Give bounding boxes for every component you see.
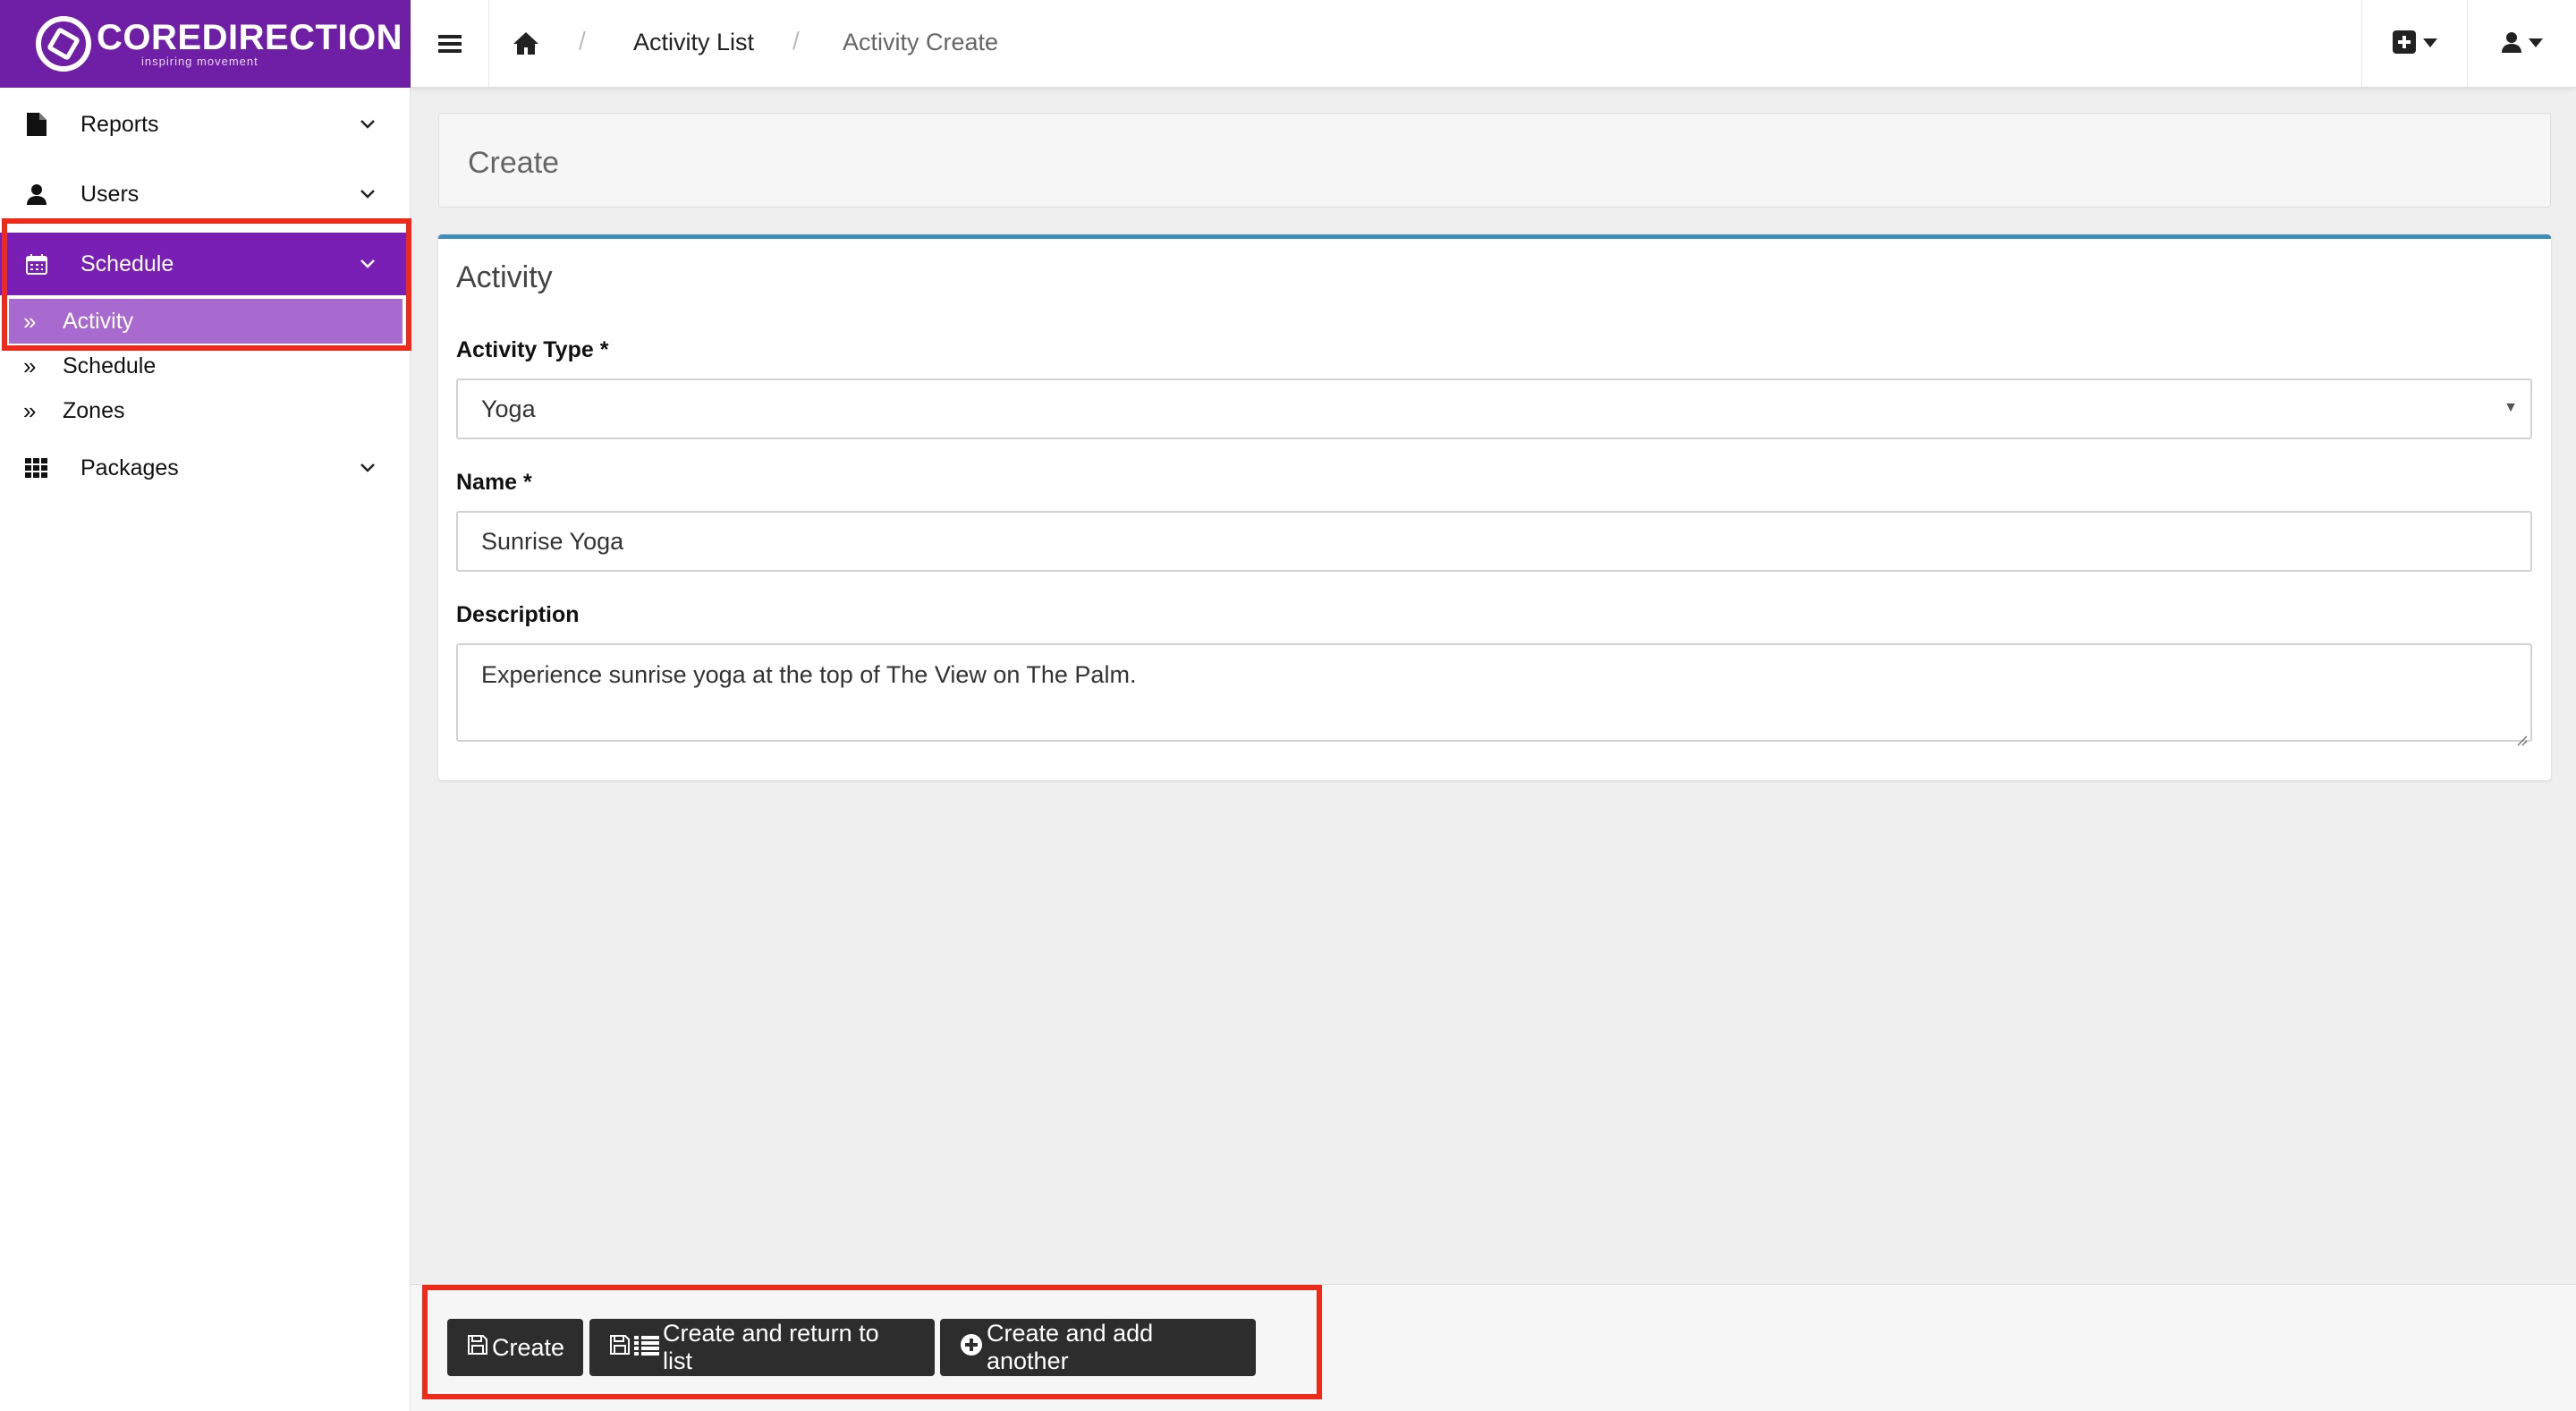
sidebar-item-users[interactable]: Users: [0, 163, 411, 225]
create-and-return-label: Create and return to list: [663, 1320, 879, 1374]
sidebar-item-label: Packages: [80, 455, 179, 480]
name-label: Name *: [456, 470, 532, 495]
chevron-down-icon: [350, 190, 386, 199]
calendar-icon: [25, 252, 48, 276]
plus-square-icon: [2392, 30, 2416, 58]
box-title: Activity: [456, 260, 553, 294]
activity-type-label: Activity Type *: [456, 337, 609, 362]
name-input[interactable]: Sunrise Yoga: [456, 511, 2532, 572]
brand-tagline: inspiring movement: [141, 55, 258, 68]
description-label: Description: [456, 602, 580, 627]
create-button-label: Create: [492, 1333, 565, 1361]
page-title: Create: [468, 146, 560, 180]
chevron-down-icon: [350, 259, 386, 268]
top-navbar: / Activity List / Activity Create: [411, 0, 2576, 88]
user-icon: [2501, 31, 2521, 57]
save-icon: [467, 1334, 488, 1362]
sidebar-subitem-activity[interactable]: » Activity: [9, 299, 402, 344]
sidebar-subitem-label: Zones: [63, 397, 125, 423]
sidebar-subitem-label: Schedule: [63, 353, 157, 378]
chevron-down-icon: [350, 120, 386, 129]
double-chevron-right-icon: »: [23, 352, 37, 379]
logo-mark-icon: [36, 16, 91, 72]
page-header: Create: [438, 113, 2551, 208]
activity-type-select[interactable]: Yoga ▼: [456, 378, 2532, 439]
activity-type-value: Yoga: [481, 395, 536, 422]
sidebar: COREDIRECTION inspiring movement Reports…: [0, 0, 411, 1411]
user-menu-button[interactable]: [2467, 0, 2576, 88]
home-icon[interactable]: [513, 30, 539, 57]
chevron-down-icon: [350, 463, 386, 472]
sidebar-item-label: Users: [80, 181, 140, 207]
sidebar-subitem-label: Activity: [63, 308, 134, 334]
create-button[interactable]: Create: [447, 1319, 583, 1376]
breadcrumb-current: Activity Create: [843, 29, 999, 55]
breadcrumb-separator: /: [792, 27, 800, 55]
plus-circle-icon: [960, 1333, 983, 1363]
create-and-add-another-button[interactable]: Create and add another: [940, 1319, 1256, 1376]
brand-name: COREDIRECTION: [97, 18, 403, 57]
save-icon: [609, 1334, 631, 1362]
create-and-return-button[interactable]: Create and return to list: [589, 1319, 935, 1376]
double-chevron-right-icon: »: [23, 396, 37, 424]
grid-icon: [25, 456, 48, 480]
double-chevron-right-icon: »: [23, 307, 37, 335]
sidebar-item-packages[interactable]: Packages: [0, 437, 411, 499]
brand-logo[interactable]: COREDIRECTION inspiring movement: [0, 0, 411, 88]
description-value: Experience sunrise yoga at the top of Th…: [481, 661, 1137, 688]
description-textarea[interactable]: Experience sunrise yoga at the top of Th…: [456, 643, 2532, 746]
sidebar-subitem-zones[interactable]: » Zones: [9, 388, 402, 433]
activity-form-box: Activity Activity Type * Yoga ▼ Name * S…: [438, 234, 2551, 780]
breadcrumb-separator: /: [579, 27, 586, 55]
file-icon: [25, 113, 48, 136]
list-icon: [634, 1334, 659, 1362]
breadcrumb-activity-list[interactable]: Activity List: [633, 29, 754, 56]
hamburger-menu-icon[interactable]: [411, 0, 489, 88]
resize-grip-icon[interactable]: [2515, 725, 2528, 746]
create-and-add-another-label: Create and add another: [987, 1320, 1154, 1374]
sidebar-item-label: Reports: [80, 111, 159, 137]
name-value: Sunrise Yoga: [481, 527, 624, 555]
sidebar-item-schedule[interactable]: Schedule: [0, 233, 411, 295]
caret-down-icon: [2422, 36, 2437, 52]
select-caret-icon: ▼: [2504, 400, 2518, 415]
sidebar-item-reports[interactable]: Reports: [0, 93, 411, 156]
add-menu-button[interactable]: [2361, 0, 2467, 88]
caret-down-icon: [2528, 36, 2543, 52]
sidebar-subitem-schedule[interactable]: » Schedule: [9, 344, 402, 388]
sidebar-item-label: Schedule: [80, 251, 174, 276]
user-icon: [25, 183, 48, 206]
